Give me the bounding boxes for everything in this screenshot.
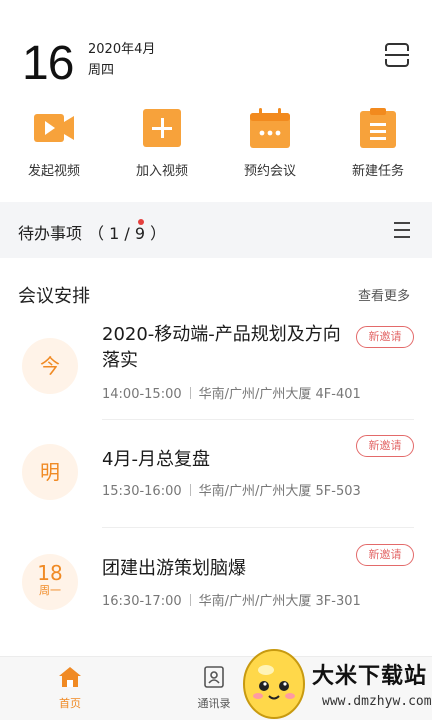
day-circle-sub: 周一 bbox=[39, 584, 61, 597]
meeting-location: 华南/广州/广州大厦 5F-503 bbox=[198, 484, 361, 499]
task-list-icon bbox=[356, 106, 400, 150]
view-more-link[interactable]: 查看更多 bbox=[358, 285, 410, 304]
section-title: 会议安排 bbox=[18, 286, 90, 307]
day-circle: 今 bbox=[22, 338, 78, 394]
todo-bar[interactable]: 待办事项 （ 1 / 9 ） bbox=[0, 202, 432, 258]
scan-icon bbox=[385, 43, 409, 67]
quick-action-label: 预约会议 bbox=[243, 164, 296, 179]
home-icon bbox=[58, 665, 82, 689]
meeting-title: 2020-移动端-产品规划及方向落实 bbox=[102, 324, 341, 371]
day-circle: 明 bbox=[22, 444, 78, 500]
day-number: 16 bbox=[22, 37, 74, 90]
join-video-button[interactable]: 加入视频 bbox=[108, 104, 216, 184]
new-task-button[interactable]: 新建任务 bbox=[324, 104, 432, 184]
date-text: 2020年4月 周四 bbox=[88, 40, 208, 81]
calendar-icon bbox=[248, 106, 292, 150]
new-invite-badge: 新邀请 bbox=[356, 326, 414, 348]
weekday-label: 周四 bbox=[88, 63, 115, 78]
quick-action-label: 发起视频 bbox=[27, 164, 80, 179]
meta-divider bbox=[189, 484, 191, 496]
day-circle-label: 18 bbox=[37, 561, 63, 585]
todo-title: 待办事项 bbox=[18, 224, 83, 243]
tab-label: 首页 bbox=[59, 697, 81, 710]
day-circle-label: 今 bbox=[40, 354, 60, 378]
meeting-item[interactable]: 18 周一 团建出游策划脑爆 16:30-17:00 华南/广州/广州大厦 3F-… bbox=[0, 528, 432, 636]
day-circle: 18 周一 bbox=[22, 554, 78, 610]
scan-button[interactable] bbox=[384, 42, 410, 68]
watermark-url: www.dmzhyw.com bbox=[322, 694, 432, 709]
watermark-text: 大米下载站 bbox=[312, 664, 428, 689]
meeting-item[interactable]: 明 4月-月总复盘 15:30-16:00 华南/广州/广州大厦 5F-503 新… bbox=[0, 420, 432, 528]
tab-home[interactable]: 首页 bbox=[20, 657, 120, 720]
new-invite-badge: 新邀请 bbox=[356, 544, 414, 566]
todo-count: （ 1 / 9 ） bbox=[88, 224, 167, 243]
meeting-meta: 16:30-17:00 华南/广州/广州大厦 3F-301 bbox=[102, 593, 361, 611]
quick-action-label: 加入视频 bbox=[135, 164, 188, 179]
plus-icon bbox=[140, 106, 184, 150]
meeting-meta: 14:00-15:00 华南/广州/广州大厦 4F-401 bbox=[102, 386, 361, 404]
start-video-button[interactable]: 发起视频 bbox=[0, 104, 108, 184]
book-meeting-button[interactable]: 预约会议 bbox=[216, 104, 324, 184]
meta-divider bbox=[189, 387, 191, 399]
meeting-title: 团建出游策划脑爆 bbox=[102, 558, 246, 579]
meeting-meta: 15:30-16:00 华南/广州/广州大厦 5F-503 bbox=[102, 483, 361, 501]
menu-icon[interactable] bbox=[394, 222, 410, 238]
meeting-time: 15:30-16:00 bbox=[102, 484, 182, 499]
contacts-icon bbox=[202, 665, 226, 689]
watermark: 大米下载站 www.dmzhyw.com bbox=[234, 640, 432, 720]
quick-actions: 发起视频 加入视频 预约会议 新建任务 bbox=[0, 104, 432, 184]
meta-divider bbox=[189, 594, 191, 606]
notification-dot bbox=[138, 219, 144, 225]
mascot-logo bbox=[243, 649, 305, 719]
new-invite-badge: 新邀请 bbox=[356, 435, 414, 457]
meeting-title: 4月-月总复盘 bbox=[102, 449, 210, 470]
month-label: 2020年4月 bbox=[88, 42, 156, 57]
meeting-time: 14:00-15:00 bbox=[102, 387, 182, 402]
meeting-time: 16:30-17:00 bbox=[102, 594, 182, 609]
quick-action-label: 新建任务 bbox=[351, 164, 404, 179]
day-circle-label: 明 bbox=[40, 460, 60, 484]
video-camera-icon bbox=[32, 106, 76, 150]
meeting-item[interactable]: 今 2020-移动端-产品规划及方向落实 14:00-15:00 华南/广州/广州… bbox=[0, 312, 432, 420]
meeting-location: 华南/广州/广州大厦 3F-301 bbox=[198, 594, 361, 609]
meeting-location: 华南/广州/广州大厦 4F-401 bbox=[198, 387, 361, 402]
